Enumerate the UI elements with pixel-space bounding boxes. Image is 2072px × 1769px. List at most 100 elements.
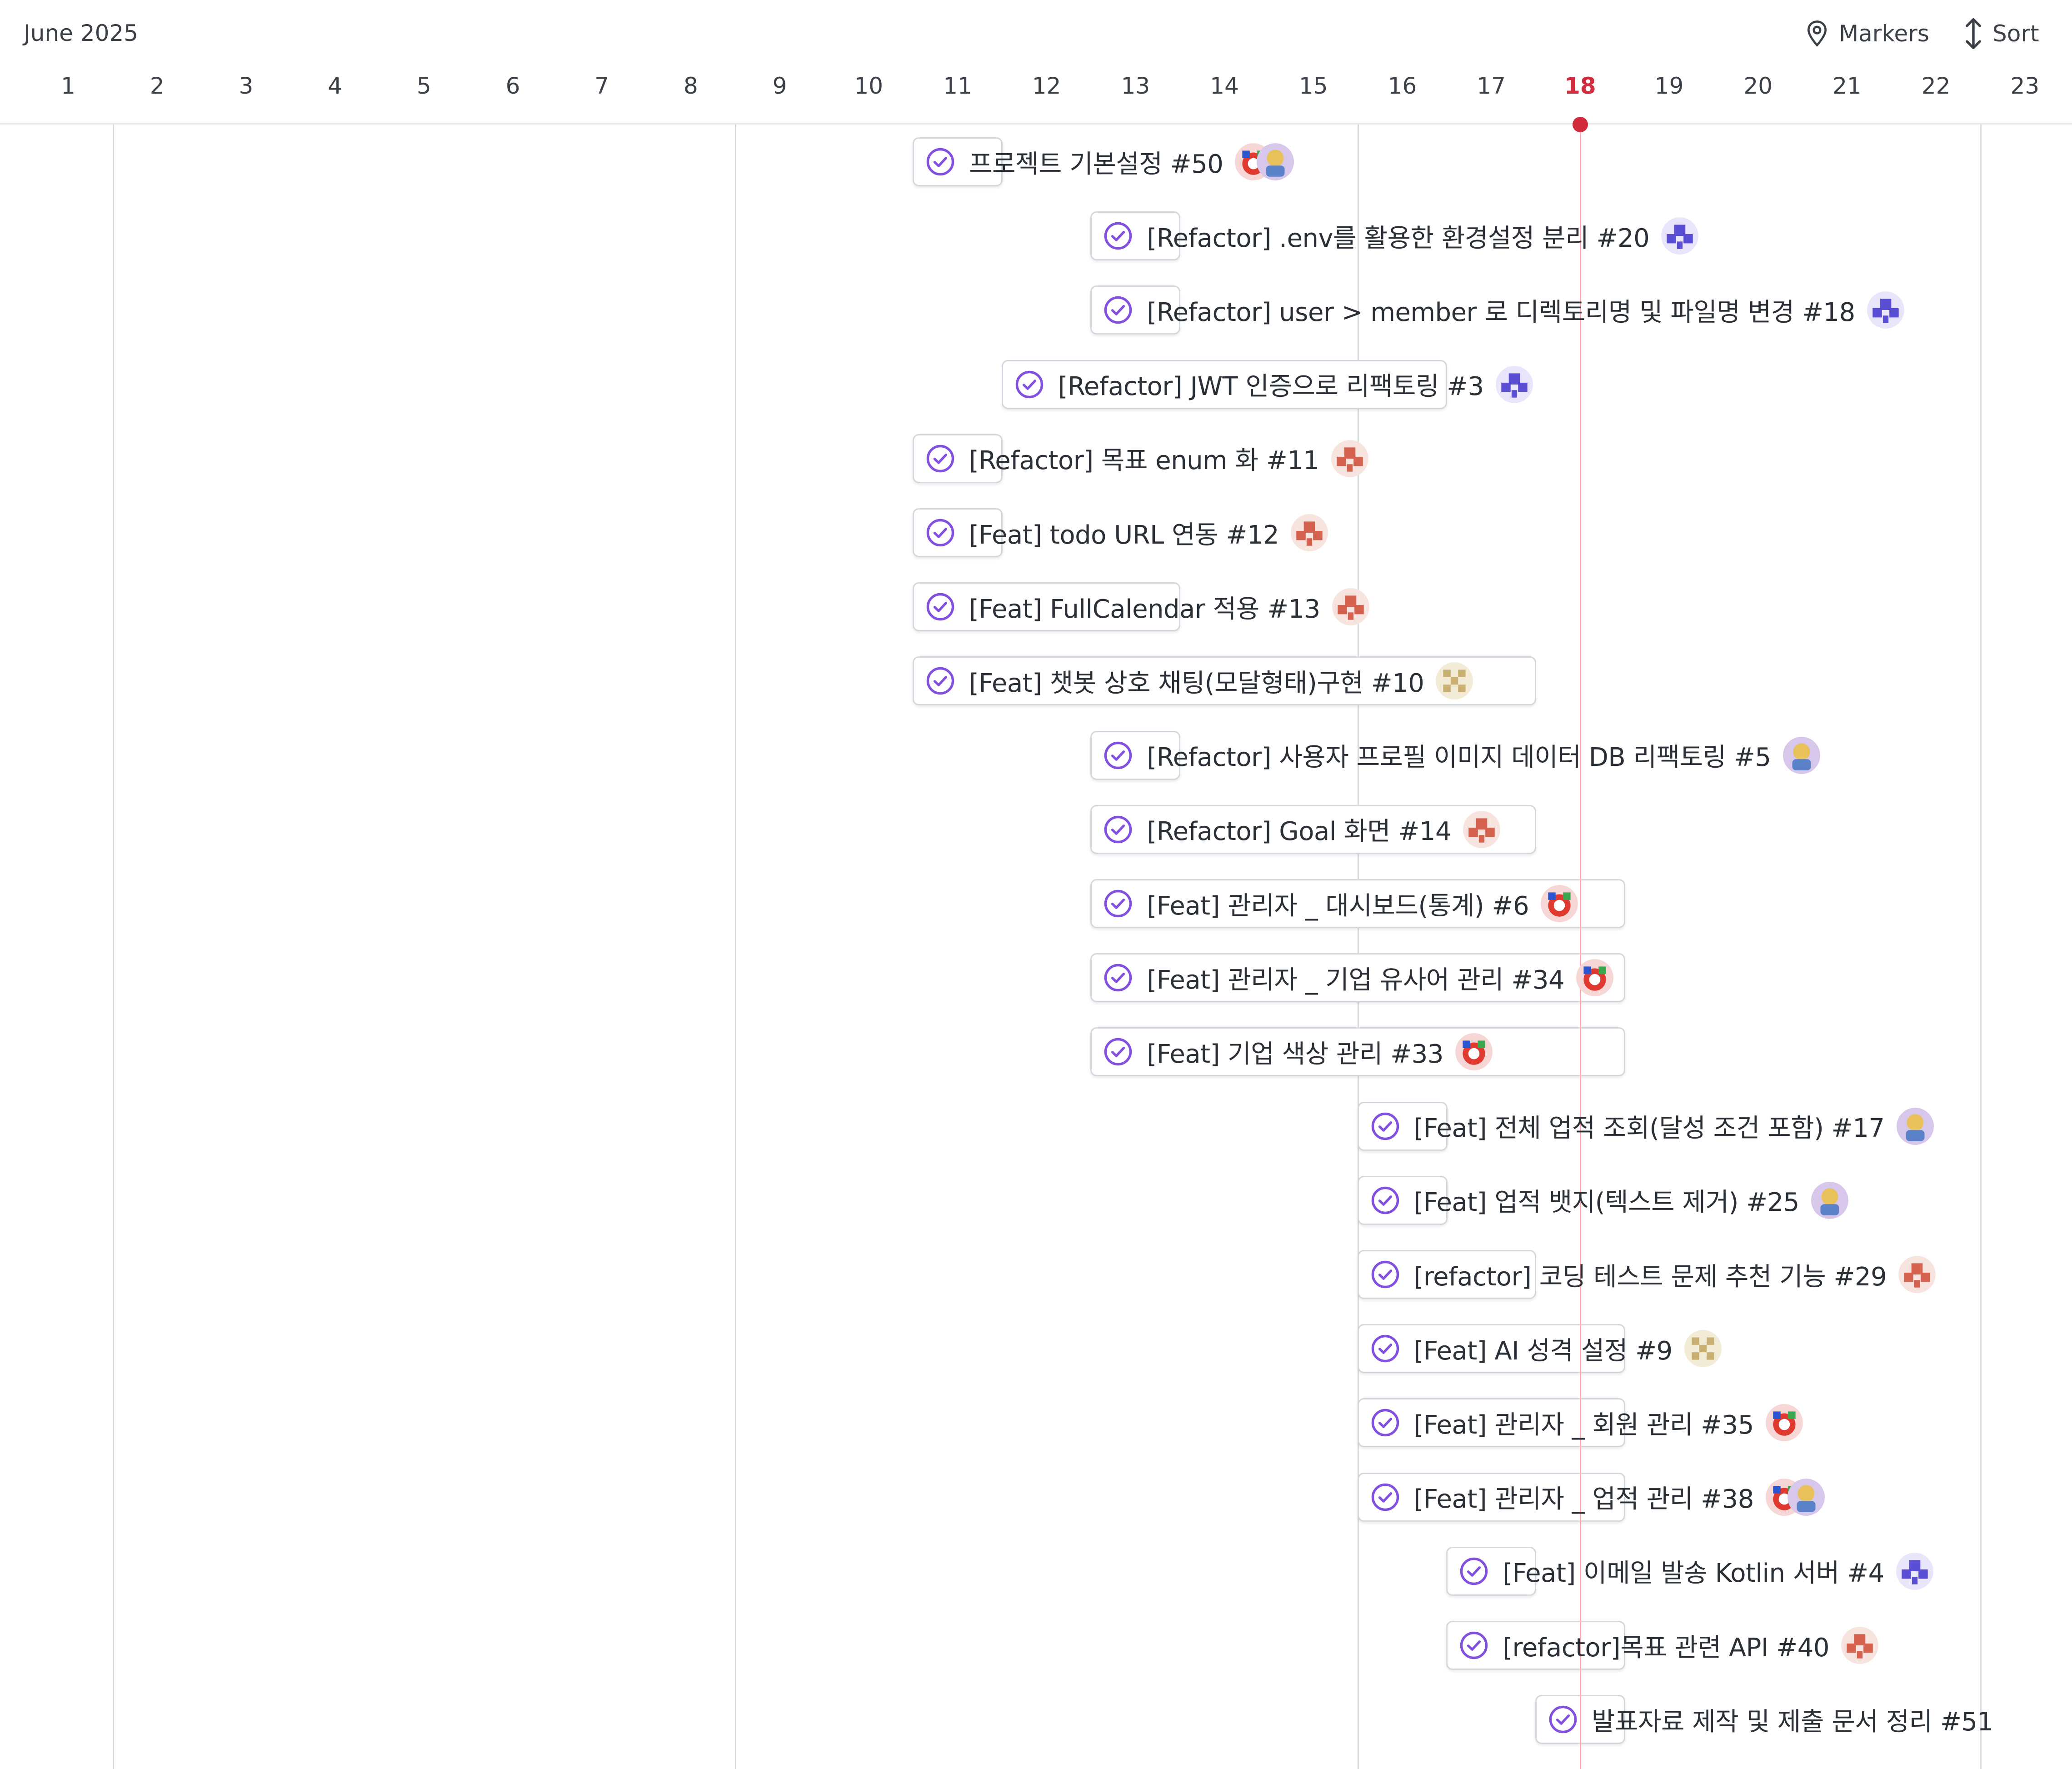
- day-number-20: 20: [1743, 73, 1773, 99]
- item-content: [Feat] FullCalendar 적용 #13: [913, 582, 1369, 631]
- item-title[interactable]: [Feat] 업적 뱃지(텍스트 제거) #25: [1414, 1182, 1800, 1219]
- item-title[interactable]: [Refactor] .env를 활용한 환경설정 분리 #20: [1147, 218, 1649, 255]
- roadmap-item[interactable]: [Feat] todo URL 연동 #12: [913, 508, 1328, 557]
- assignee-avatar[interactable]: [1867, 291, 1904, 329]
- item-content: 프로젝트 기본설정 #50: [913, 137, 1294, 186]
- assignee-avatar[interactable]: [1291, 514, 1328, 551]
- item-content: [Refactor] Goal 화면 #14: [1090, 805, 1501, 854]
- issue-closed-check-icon: [1371, 1112, 1399, 1140]
- assignee-avatar[interactable]: [1541, 885, 1578, 922]
- timeline-header: June 2025 Markers Sort 1 2 3 4 5 6 7 8 9 10 11 12 13…: [0, 0, 2072, 125]
- sort-label: Sort: [1992, 20, 2039, 47]
- item-title[interactable]: 발표자료 제작 및 제출 문서 정리 #51: [1592, 1701, 1993, 1738]
- roadmap-item[interactable]: [Feat] 관리자 _ 회원 관리 #35: [1357, 1398, 1803, 1448]
- assignee-avatar[interactable]: [1436, 662, 1473, 700]
- assignee-avatar[interactable]: [1576, 959, 1614, 997]
- assignee-avatar[interactable]: [1782, 736, 1820, 774]
- markers-label: Markers: [1839, 20, 1929, 47]
- assignee-avatar[interactable]: [1455, 1033, 1493, 1071]
- item-title[interactable]: [Refactor] user > member 로 디렉토리명 및 파일명 변…: [1147, 292, 1855, 329]
- day-number-22: 22: [1921, 73, 1951, 99]
- issue-closed-check-icon: [1460, 1631, 1488, 1659]
- roadmap-item[interactable]: [refactor]목표 관련 API #40: [1446, 1621, 1878, 1670]
- item-title[interactable]: [refactor]목표 관련 API #40: [1503, 1627, 1829, 1664]
- assignee-avatar[interactable]: [1898, 1256, 1936, 1293]
- assignee-avatar[interactable]: [1896, 1107, 1934, 1145]
- assignee-avatar[interactable]: [1463, 810, 1501, 848]
- day-number-6: 6: [505, 73, 520, 99]
- day-numbers-row: 1 2 3 4 5 6 7 8 9 10 11 12 13 14 15 16 17 18 19 20 21 22 23: [0, 73, 2072, 109]
- assignee-avatar[interactable]: [1841, 1627, 1878, 1664]
- item-title[interactable]: [Feat] 챗봇 상호 채팅(모달형태)구현 #10: [969, 663, 1424, 700]
- assignee-avatars: [1291, 514, 1328, 551]
- roadmap-item[interactable]: [Refactor] .env를 활용한 환경설정 분리 #20: [1090, 211, 1699, 261]
- item-title[interactable]: [Feat] 전체 업적 조회(달성 조건 포함) #17: [1414, 1108, 1885, 1144]
- item-title[interactable]: [Feat] 관리자 _ 업적 관리 #38: [1414, 1479, 1754, 1515]
- roadmap-item[interactable]: [Feat] FullCalendar 적용 #13: [913, 582, 1369, 632]
- roadmap-item[interactable]: [Feat] 기업 색상 관리 #33: [1090, 1027, 1625, 1077]
- roadmap-item[interactable]: 프로젝트 기본설정 #50: [913, 137, 1294, 186]
- assignee-avatar[interactable]: [1684, 1330, 1722, 1368]
- assignee-avatars: [1235, 143, 1294, 180]
- assignee-avatar[interactable]: [1787, 1478, 1825, 1516]
- item-title[interactable]: [Feat] 관리자 _ 기업 유사어 관리 #34: [1147, 959, 1564, 996]
- item-content: [refactor] 코딩 테스트 문제 추천 기능 #29: [1358, 1250, 1936, 1299]
- item-title[interactable]: [Feat] todo URL 연동 #12: [969, 515, 1279, 551]
- assignee-avatar[interactable]: [1765, 1404, 1803, 1442]
- item-title[interactable]: [Refactor] Goal 화면 #14: [1147, 811, 1451, 848]
- item-content: [refactor]목표 관련 API #40: [1446, 1621, 1878, 1670]
- assignee-avatars: [1765, 1404, 1803, 1442]
- item-title[interactable]: [Feat] FullCalendar 적용 #13: [969, 589, 1320, 625]
- roadmap-item[interactable]: [Feat] 챗봇 상호 채팅(모달형태)구현 #10: [913, 656, 1537, 706]
- sort-button[interactable]: Sort: [1962, 15, 2039, 52]
- roadmap-item[interactable]: [Refactor] Goal 화면 #14: [1090, 805, 1537, 854]
- issue-closed-check-icon: [1371, 1186, 1399, 1214]
- item-title[interactable]: 프로젝트 기본설정 #50: [969, 144, 1223, 180]
- week-divider: [113, 125, 114, 1769]
- assignee-avatar[interactable]: [1661, 217, 1699, 255]
- assignee-avatars: [1576, 959, 1614, 997]
- week-divider: [1980, 125, 1982, 1769]
- item-title[interactable]: [Feat] 기업 색상 관리 #33: [1147, 1034, 1443, 1070]
- day-number-18: 18: [1564, 73, 1596, 99]
- roadmap-item[interactable]: [Feat] 관리자 _ 대시보드(통계) #6: [1090, 879, 1625, 928]
- item-content: [Feat] 관리자 _ 기업 유사어 관리 #34: [1090, 953, 1614, 1002]
- roadmap-item[interactable]: [Feat] 전체 업적 조회(달성 조건 포함) #17: [1357, 1101, 1934, 1151]
- roadmap-item[interactable]: [Feat] 업적 뱃지(텍스트 제거) #25: [1357, 1175, 1848, 1225]
- assignee-avatar[interactable]: [1896, 1552, 1933, 1590]
- item-content: [Feat] todo URL 연동 #12: [913, 508, 1328, 557]
- item-title[interactable]: [Feat] 관리자 _ 회원 관리 #35: [1414, 1404, 1754, 1441]
- roadmap-item[interactable]: [Feat] 이메일 발송 Kotlin 서버 #4: [1446, 1546, 1933, 1596]
- roadmap-item[interactable]: [Refactor] JWT 인증으로 리팩토링 #3: [1001, 360, 1533, 409]
- item-content: [Feat] 관리자 _ 대시보드(통계) #6: [1090, 879, 1578, 928]
- roadmap-item[interactable]: [Feat] 관리자 _ 업적 관리 #38: [1357, 1472, 1825, 1522]
- item-title[interactable]: [Refactor] 목표 enum 화 #11: [969, 440, 1319, 477]
- assignee-avatars: [1436, 662, 1473, 700]
- item-content: [Feat] 기업 색상 관리 #33: [1090, 1027, 1493, 1076]
- item-title[interactable]: [Refactor] JWT 인증으로 리팩토링 #3: [1058, 366, 1484, 403]
- roadmap-item[interactable]: 발표자료 제작 및 제출 문서 정리 #51: [1535, 1695, 1993, 1744]
- markers-button[interactable]: Markers: [1803, 15, 1929, 52]
- assignee-avatar[interactable]: [1331, 440, 1368, 477]
- item-title[interactable]: [Feat] AI 성격 설정 #9: [1414, 1330, 1673, 1367]
- roadmap-item[interactable]: [Refactor] 사용자 프로필 이미지 데이터 DB 리팩토링 #5: [1090, 730, 1820, 780]
- assignee-avatars: [1898, 1256, 1936, 1293]
- assignee-avatar[interactable]: [1811, 1181, 1848, 1219]
- item-content: [Refactor] user > member 로 디렉토리명 및 파일명 변…: [1090, 285, 1904, 335]
- item-title[interactable]: [Refactor] 사용자 프로필 이미지 데이터 DB 리팩토링 #5: [1147, 737, 1771, 774]
- assignee-avatar[interactable]: [1332, 588, 1369, 626]
- assignee-avatar[interactable]: [1495, 365, 1533, 403]
- item-title[interactable]: [Feat] 관리자 _ 대시보드(통계) #6: [1147, 885, 1529, 922]
- day-number-14: 14: [1210, 73, 1239, 99]
- roadmap-item[interactable]: [Refactor] user > member 로 디렉토리명 및 파일명 변…: [1090, 285, 1904, 335]
- item-title[interactable]: [Feat] 이메일 발송 Kotlin 서버 #4: [1503, 1553, 1884, 1589]
- roadmap-item[interactable]: [Feat] 관리자 _ 기업 유사어 관리 #34: [1090, 953, 1625, 1003]
- issue-closed-check-icon: [1371, 1409, 1399, 1437]
- assignee-avatar[interactable]: [1257, 143, 1294, 180]
- item-title[interactable]: [refactor] 코딩 테스트 문제 추천 기능 #29: [1414, 1256, 1887, 1293]
- issue-closed-check-icon: [1104, 296, 1132, 324]
- roadmap-item[interactable]: [refactor] 코딩 테스트 문제 추천 기능 #29: [1357, 1250, 1936, 1299]
- roadmap-item[interactable]: [Feat] AI 성격 설정 #9: [1357, 1324, 1722, 1374]
- roadmap-item[interactable]: [Refactor] 목표 enum 화 #11: [913, 434, 1368, 483]
- issue-closed-check-icon: [1371, 1260, 1399, 1289]
